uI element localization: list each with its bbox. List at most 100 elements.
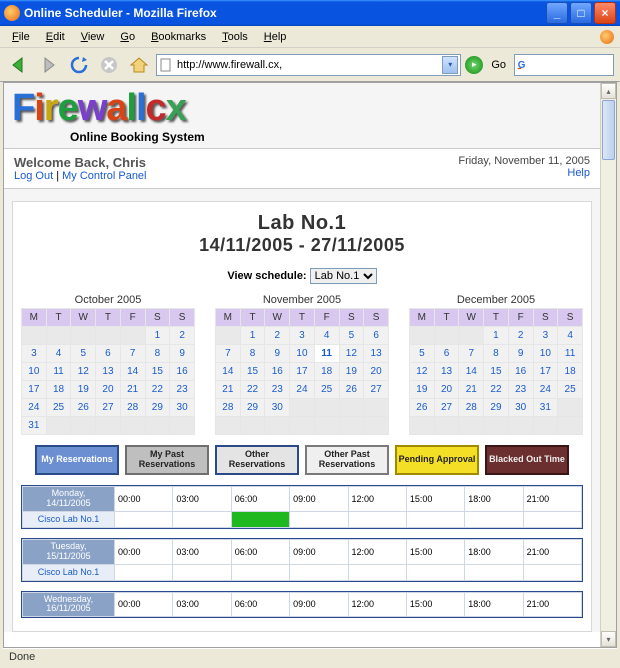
calendar-day[interactable]: 13 [434, 363, 459, 381]
calendar-day[interactable]: 22 [484, 381, 509, 399]
time-slot[interactable] [348, 511, 406, 527]
calendar-day[interactable]: 21 [216, 381, 241, 399]
calendar-day[interactable]: 14 [459, 363, 484, 381]
back-button[interactable] [6, 52, 32, 78]
calendar-day[interactable]: 22 [240, 381, 265, 399]
scroll-up-button[interactable]: ▴ [601, 83, 616, 99]
calendar-day[interactable]: 1 [240, 327, 265, 345]
calendar-day[interactable]: 2 [508, 327, 533, 345]
calendar-day[interactable]: 10 [22, 363, 47, 381]
calendar-day[interactable]: 19 [410, 381, 435, 399]
calendar-day[interactable]: 17 [533, 363, 558, 381]
calendar-day[interactable]: 6 [364, 327, 389, 345]
calendar-day[interactable]: 8 [145, 345, 170, 363]
calendar-day[interactable]: 8 [484, 345, 509, 363]
scroll-thumb[interactable] [602, 100, 615, 160]
time-slot[interactable] [231, 511, 289, 527]
calendar-day[interactable]: 19 [339, 363, 364, 381]
calendar-day[interactable]: 29 [145, 399, 170, 417]
calendar-day[interactable]: 2 [170, 327, 195, 345]
calendar-day[interactable]: 16 [265, 363, 290, 381]
calendar-day[interactable]: 7 [216, 345, 241, 363]
menu-bookmarks[interactable]: Bookmarks [145, 29, 212, 45]
time-slot[interactable] [231, 564, 289, 580]
calendar-day[interactable]: 26 [410, 399, 435, 417]
calendar-day[interactable]: 23 [265, 381, 290, 399]
calendar-day[interactable]: 22 [145, 381, 170, 399]
calendar-day[interactable]: 1 [484, 327, 509, 345]
calendar-day[interactable]: 3 [290, 327, 315, 345]
calendar-day[interactable]: 27 [96, 399, 121, 417]
menu-go[interactable]: Go [114, 29, 141, 45]
home-button[interactable] [126, 52, 152, 78]
calendar-day[interactable]: 24 [290, 381, 315, 399]
calendar-day[interactable]: 19 [71, 381, 96, 399]
calendar-day[interactable]: 11 [558, 345, 583, 363]
calendar-day[interactable]: 5 [339, 327, 364, 345]
calendar-day[interactable]: 18 [558, 363, 583, 381]
calendar-day[interactable]: 3 [22, 345, 47, 363]
url-dropdown[interactable]: ▾ [442, 56, 458, 74]
calendar-day[interactable]: 9 [508, 345, 533, 363]
calendar-day[interactable]: 31 [22, 417, 47, 435]
address-bar[interactable]: ▾ [156, 54, 461, 76]
calendar-day[interactable]: 14 [216, 363, 241, 381]
calendar-day[interactable]: 10 [533, 345, 558, 363]
logout-link[interactable]: Log Out [14, 170, 53, 182]
help-link[interactable]: Help [567, 167, 590, 179]
menu-file[interactable]: File [6, 29, 36, 45]
calendar-day[interactable]: 25 [314, 381, 339, 399]
stop-button[interactable] [96, 52, 122, 78]
calendar-day[interactable]: 5 [71, 345, 96, 363]
calendar-day[interactable]: 10 [290, 345, 315, 363]
calendar-day[interactable]: 6 [96, 345, 121, 363]
calendar-day[interactable]: 21 [459, 381, 484, 399]
calendar-day[interactable]: 1 [145, 327, 170, 345]
maximize-button[interactable]: □ [570, 2, 592, 24]
calendar-day[interactable]: 28 [459, 399, 484, 417]
time-slot[interactable] [406, 564, 464, 580]
calendar-day[interactable]: 30 [265, 399, 290, 417]
time-slot[interactable] [290, 511, 348, 527]
calendar-day[interactable]: 31 [533, 399, 558, 417]
calendar-day[interactable]: 6 [434, 345, 459, 363]
calendar-day[interactable]: 25 [558, 381, 583, 399]
calendar-day[interactable]: 20 [96, 381, 121, 399]
calendar-day[interactable]: 28 [216, 399, 241, 417]
calendar-day[interactable]: 14 [120, 363, 145, 381]
calendar-day[interactable]: 25 [46, 399, 71, 417]
calendar-day[interactable]: 24 [533, 381, 558, 399]
menu-help[interactable]: Help [258, 29, 293, 45]
time-slot[interactable] [290, 564, 348, 580]
time-slot[interactable] [173, 511, 231, 527]
time-slot[interactable] [465, 564, 523, 580]
calendar-day[interactable]: 13 [96, 363, 121, 381]
time-slot[interactable] [465, 511, 523, 527]
calendar-day[interactable]: 18 [46, 381, 71, 399]
calendar-day[interactable]: 2 [265, 327, 290, 345]
menu-view[interactable]: View [75, 29, 111, 45]
calendar-day[interactable]: 17 [22, 381, 47, 399]
calendar-day[interactable]: 20 [434, 381, 459, 399]
go-button[interactable]: ▸ [465, 56, 483, 74]
time-slot[interactable] [115, 564, 173, 580]
calendar-day[interactable]: 7 [459, 345, 484, 363]
time-slot[interactable] [115, 511, 173, 527]
schedule-select[interactable]: Lab No.1 [310, 268, 377, 284]
calendar-day[interactable]: 29 [240, 399, 265, 417]
vertical-scrollbar[interactable]: ▴ ▾ [600, 83, 616, 647]
time-slot[interactable] [348, 564, 406, 580]
calendar-day[interactable]: 16 [508, 363, 533, 381]
menu-tools[interactable]: Tools [216, 29, 254, 45]
calendar-day[interactable]: 4 [46, 345, 71, 363]
calendar-day[interactable]: 20 [364, 363, 389, 381]
calendar-day[interactable]: 4 [558, 327, 583, 345]
calendar-day[interactable]: 27 [364, 381, 389, 399]
calendar-day[interactable]: 3 [533, 327, 558, 345]
calendar-day[interactable]: 16 [170, 363, 195, 381]
calendar-day[interactable]: 9 [265, 345, 290, 363]
calendar-day[interactable]: 12 [339, 345, 364, 363]
calendar-day[interactable]: 15 [484, 363, 509, 381]
calendar-day[interactable]: 12 [410, 363, 435, 381]
calendar-day[interactable]: 7 [120, 345, 145, 363]
